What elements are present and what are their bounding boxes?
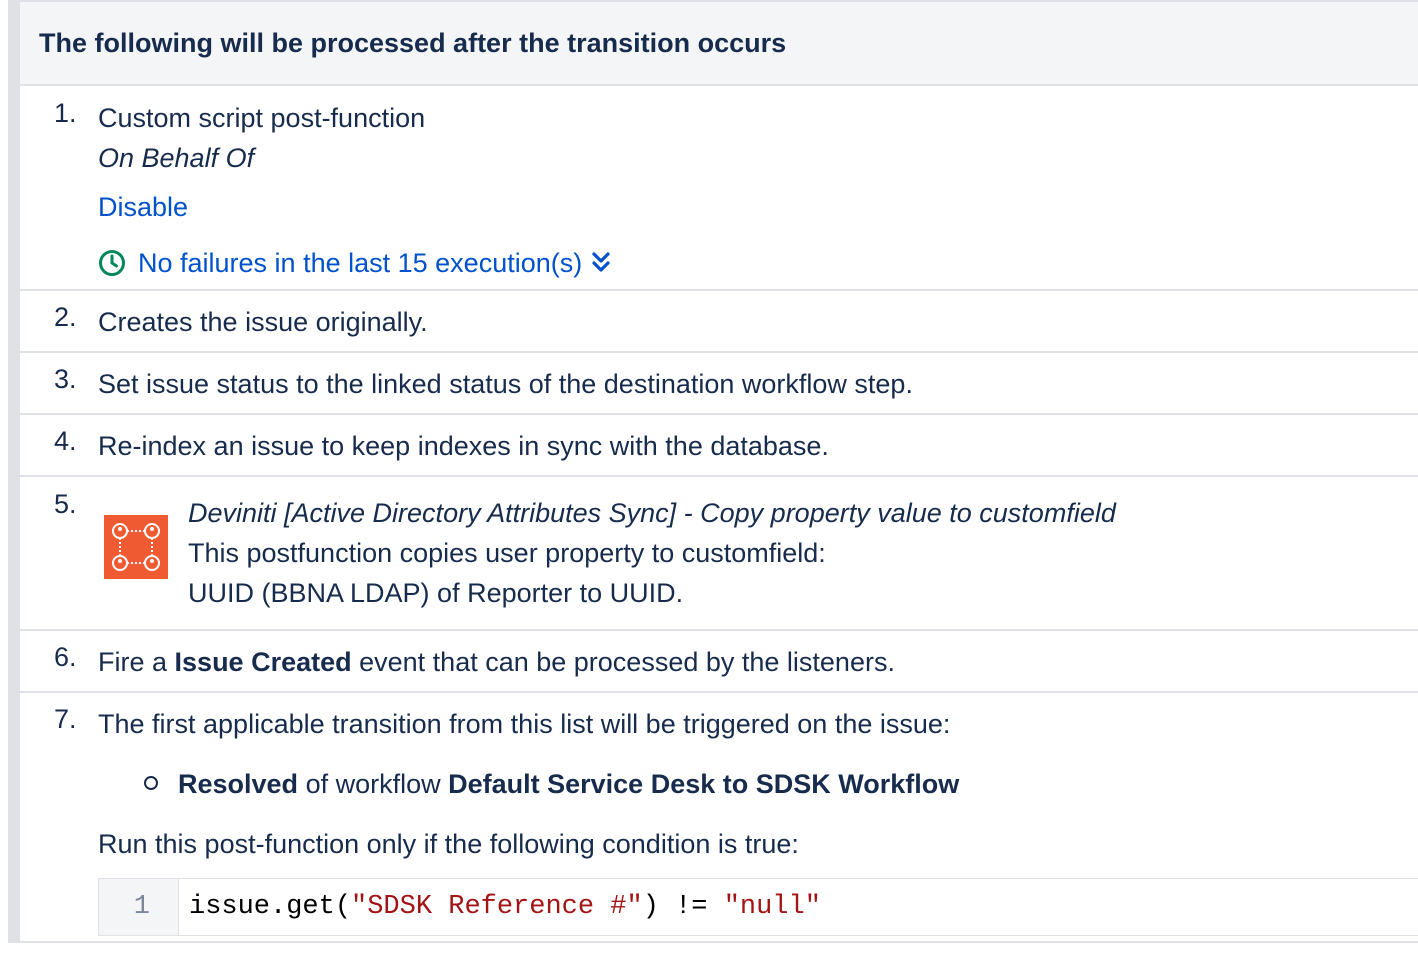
code-token: ) !=	[642, 892, 724, 922]
post-function-item-6: 6. Fire a Issue Created event that can b…	[20, 631, 1418, 693]
post-function-item-4: 4. Re-index an issue to keep indexes in …	[20, 415, 1418, 477]
condition-label: Run this post-function only if the follo…	[98, 829, 799, 859]
post-function-item-5: 5. Deviniti [Active Directory Attributes…	[20, 477, 1418, 631]
code-string: "null"	[723, 892, 821, 922]
transition-name: Resolved	[178, 769, 299, 799]
item-title: Custom script post-function	[98, 103, 426, 133]
line-number: 1	[99, 879, 179, 935]
item-number: 7.	[54, 704, 77, 734]
text-after: event that can be processed by the liste…	[351, 647, 895, 677]
post-function-item-7: 7. The first applicable transition from …	[20, 693, 1418, 945]
item-text: Fire a Issue Created event that can be p…	[98, 642, 1418, 682]
plugin-description: This postfunction copies user property t…	[188, 538, 826, 568]
bullet-icon	[144, 775, 158, 790]
failures-link[interactable]: No failures in the last 15 execution(s)	[138, 243, 582, 283]
text-before: Fire a	[98, 647, 175, 677]
item-text: Re-index an issue to keep indexes in syn…	[98, 431, 829, 461]
condition-code-editor[interactable]: 1 issue.get("SDSK Reference #") != "null…	[98, 878, 1418, 936]
panel-title: The following will be processed after th…	[39, 27, 787, 58]
transition-list-item: Resolved of workflow Default Service Des…	[98, 764, 1418, 804]
disable-link[interactable]: Disable	[98, 187, 1418, 227]
post-function-item-1: 1. Custom script post-function On Behalf…	[20, 86, 1418, 291]
item-text: Creates the issue originally.	[98, 307, 428, 337]
clock-check-icon	[98, 249, 138, 277]
panel-header: The following will be processed after th…	[20, 2, 1418, 86]
code-token: issue.get(	[189, 892, 352, 922]
item-text: The first applicable transition from thi…	[98, 709, 951, 739]
chevron-double-down-icon[interactable]	[592, 251, 622, 275]
deviniti-ad-sync-icon	[104, 515, 168, 579]
transition-middle: of workflow	[298, 769, 449, 799]
plugin-title: Deviniti [Active Directory Attributes Sy…	[188, 498, 1116, 528]
post-function-item-3: 3. Set issue status to the linked status…	[20, 353, 1418, 415]
item-number: 2.	[54, 302, 77, 332]
item-number: 3.	[54, 364, 77, 394]
plugin-mapping: UUID (BBNA LDAP) of Reporter to UUID.	[188, 578, 684, 608]
post-function-item-2: 2. Creates the issue originally.	[20, 291, 1418, 353]
event-name: Issue Created	[174, 647, 352, 677]
item-number: 5.	[54, 489, 77, 519]
post-functions-panel: The following will be processed after th…	[8, 0, 1418, 943]
item-number: 4.	[54, 426, 77, 456]
item-text: Set issue status to the linked status of…	[98, 369, 913, 399]
item-subtitle: On Behalf Of	[98, 143, 255, 173]
failures-status[interactable]: No failures in the last 15 execution(s)	[98, 243, 1418, 283]
workflow-name: Default Service Desk to SDSK Workflow	[448, 769, 960, 799]
item-number: 1.	[54, 98, 77, 128]
code-string: "SDSK Reference #"	[351, 892, 643, 922]
item-number: 6.	[54, 642, 77, 672]
code-line[interactable]: issue.get("SDSK Reference #") != "null"	[179, 879, 821, 935]
